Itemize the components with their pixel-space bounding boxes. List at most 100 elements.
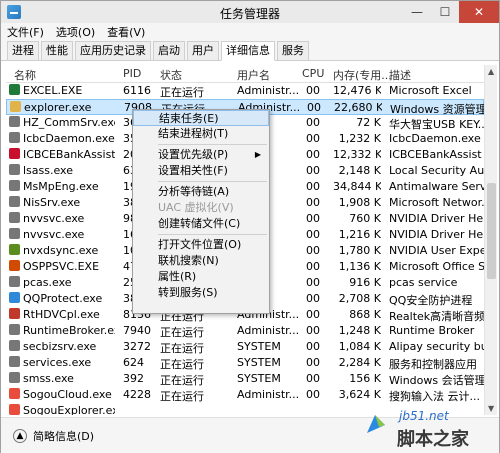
cell-status: 正在运行 [160, 374, 204, 387]
process-icon [9, 308, 20, 319]
context-menu-item-label: 分析等待链(A) [158, 185, 230, 198]
process-name-text: lsass.exe [23, 164, 73, 177]
cell-memory: 1,084 K [338, 340, 381, 353]
col-name[interactable]: 名称 [14, 67, 36, 83]
tab-processes[interactable]: 进程 [7, 41, 39, 60]
process-icon [9, 116, 20, 127]
cell-cpu: 00 [306, 164, 320, 177]
context-menu-item-label: 结束进程树(T) [158, 127, 229, 140]
table-header: 名称 PID 状态 用户名 CPU 内存(专用... 描述 [6, 65, 484, 83]
tab-app-history[interactable]: 应用历史记录 [75, 41, 151, 60]
cell-name: NisSrv.exe [9, 196, 115, 209]
context-menu-item[interactable]: 设置优先级(P) ▶ [133, 147, 269, 163]
menu-options[interactable]: 选项(O) [56, 24, 95, 40]
context-menu-item: UAC 虚拟化(V) [133, 200, 269, 216]
cell-description: Runtime Broker [389, 324, 475, 337]
process-icon [9, 388, 20, 399]
context-menu-item[interactable]: 打开文件位置(O) [133, 237, 269, 253]
context-menu-item[interactable]: 结束任务(E) [133, 110, 269, 126]
title-bar: 任务管理器 — ☐ ✕ [1, 1, 499, 23]
watermark-logo-icon [367, 415, 385, 433]
cell-cpu: 00 [306, 292, 320, 305]
process-icon [9, 228, 20, 239]
table-row[interactable]: services.exe 624 正在运行 SYSTEM 00 2,284 K 服务和控制器… [6, 355, 484, 371]
scroll-thumb[interactable] [487, 183, 496, 279]
col-user[interactable]: 用户名 [237, 67, 270, 83]
process-name-text: ICBCEBankAssist.e... [23, 148, 115, 161]
context-menu-item[interactable]: 设置相关性(F) [133, 163, 269, 179]
tab-performance[interactable]: 性能 [41, 41, 73, 60]
process-icon [9, 292, 20, 303]
context-menu-item[interactable]: 转到服务(S) [133, 285, 269, 301]
process-icon [9, 244, 20, 255]
cell-cpu: 00 [306, 212, 320, 225]
cell-memory: 1,232 K [338, 132, 381, 145]
table-row[interactable]: smss.exe 392 正在运行 SYSTEM 00 156 K Windows 会话管理… [6, 371, 484, 387]
tab-details[interactable]: 详细信息 [221, 41, 275, 61]
context-menu-item[interactable]: 属性(R) [133, 269, 269, 285]
process-name-text: nvxdsync.exe [23, 244, 99, 257]
cell-pid: 624 [123, 356, 144, 369]
cell-name: EXCEL.EXE [9, 84, 115, 97]
watermark: jb51.net 脚本之家 [359, 399, 499, 453]
cell-name: SogouCloud.exe [9, 388, 115, 401]
cell-memory: 34,844 K [333, 180, 381, 193]
cell-description: Local Security Aut... [389, 164, 484, 177]
cell-cpu: 00 [306, 308, 320, 321]
col-desc[interactable]: 描述 [389, 67, 411, 83]
table-row[interactable]: EXCEL.EXE 6116 正在运行 Administr... 00 12,476 K M… [6, 83, 484, 99]
cell-name: RuntimeBroker.exe [9, 324, 115, 337]
menu-view[interactable]: 查看(V) [107, 24, 145, 40]
collapse-up-icon[interactable]: ▲ [13, 428, 27, 443]
cell-name: explorer.exe [10, 101, 116, 114]
cell-description: IcbcDaemon.exe [389, 132, 481, 145]
cell-cpu: 00 [306, 84, 320, 97]
fewer-details-link[interactable]: 简略信息(D) [33, 428, 94, 444]
context-menu-item[interactable]: 结束进程树(T) [133, 126, 269, 142]
cell-memory: 1,248 K [338, 324, 381, 337]
col-cpu[interactable]: CPU [302, 67, 324, 80]
tab-startup[interactable]: 启动 [153, 41, 185, 60]
col-pid[interactable]: PID [123, 67, 141, 80]
cell-user: Administr... [237, 324, 300, 337]
maximize-button[interactable]: ☐ [431, 1, 459, 23]
cell-cpu: 00 [306, 372, 320, 385]
process-icon [9, 404, 20, 415]
cell-description: NVIDIA Driver Hel... [389, 228, 484, 241]
menu-file[interactable]: 文件(F) [7, 24, 44, 40]
cell-name: nvvsvc.exe [9, 228, 115, 241]
scroll-up-arrow-icon[interactable]: ▲ [488, 67, 494, 76]
col-mem[interactable]: 内存(专用... [333, 67, 392, 83]
cell-memory: 72 K [356, 116, 381, 129]
process-name-text: smss.exe [23, 372, 74, 385]
vertical-scrollbar[interactable]: ▲ ▼ [484, 65, 497, 415]
cell-description: Microsoft Networ... [389, 196, 484, 209]
cell-name: IcbcDaemon.exe [9, 132, 115, 145]
process-name-text: SogouExplorer.exe [23, 404, 115, 415]
cell-name: RtHDVCpl.exe [9, 308, 115, 321]
close-button[interactable]: ✕ [459, 1, 499, 23]
tab-users[interactable]: 用户 [187, 41, 219, 60]
cell-cpu: 00 [306, 244, 320, 257]
tab-services[interactable]: 服务 [277, 41, 309, 60]
cell-memory: 22,680 K [334, 101, 382, 114]
table-row[interactable]: RuntimeBroker.exe 7940 正在运行 Administr... 00 1… [6, 323, 484, 339]
context-menu-item[interactable]: 创建转储文件(C) [133, 216, 269, 232]
menu-bar: 文件(F) 选项(O) 查看(V) [1, 23, 499, 41]
cell-description: pcas service [389, 276, 458, 289]
col-status[interactable]: 状态 [160, 67, 182, 83]
minimize-button[interactable]: — [403, 1, 431, 23]
cell-status: 正在运行 [160, 358, 204, 371]
context-menu-item[interactable]: 联机搜索(N) [133, 253, 269, 269]
table-row[interactable]: secbizsrv.exe 3272 正在运行 SYSTEM 00 1,084 K Alip… [6, 339, 484, 355]
cell-name: nvvsvc.exe [9, 212, 115, 225]
cell-memory: 2,708 K [338, 292, 381, 305]
process-name-text: nvvsvc.exe [23, 212, 85, 225]
cell-name: OSPPSVC.EXE [9, 260, 115, 273]
cell-memory: 1,780 K [338, 244, 381, 257]
cell-status: 正在运行 [160, 86, 204, 99]
cell-cpu: 00 [306, 324, 320, 337]
cell-memory: 12,332 K [333, 148, 381, 161]
context-menu-item[interactable]: 分析等待链(A) [133, 184, 269, 200]
cell-user: Administr... [237, 388, 300, 401]
